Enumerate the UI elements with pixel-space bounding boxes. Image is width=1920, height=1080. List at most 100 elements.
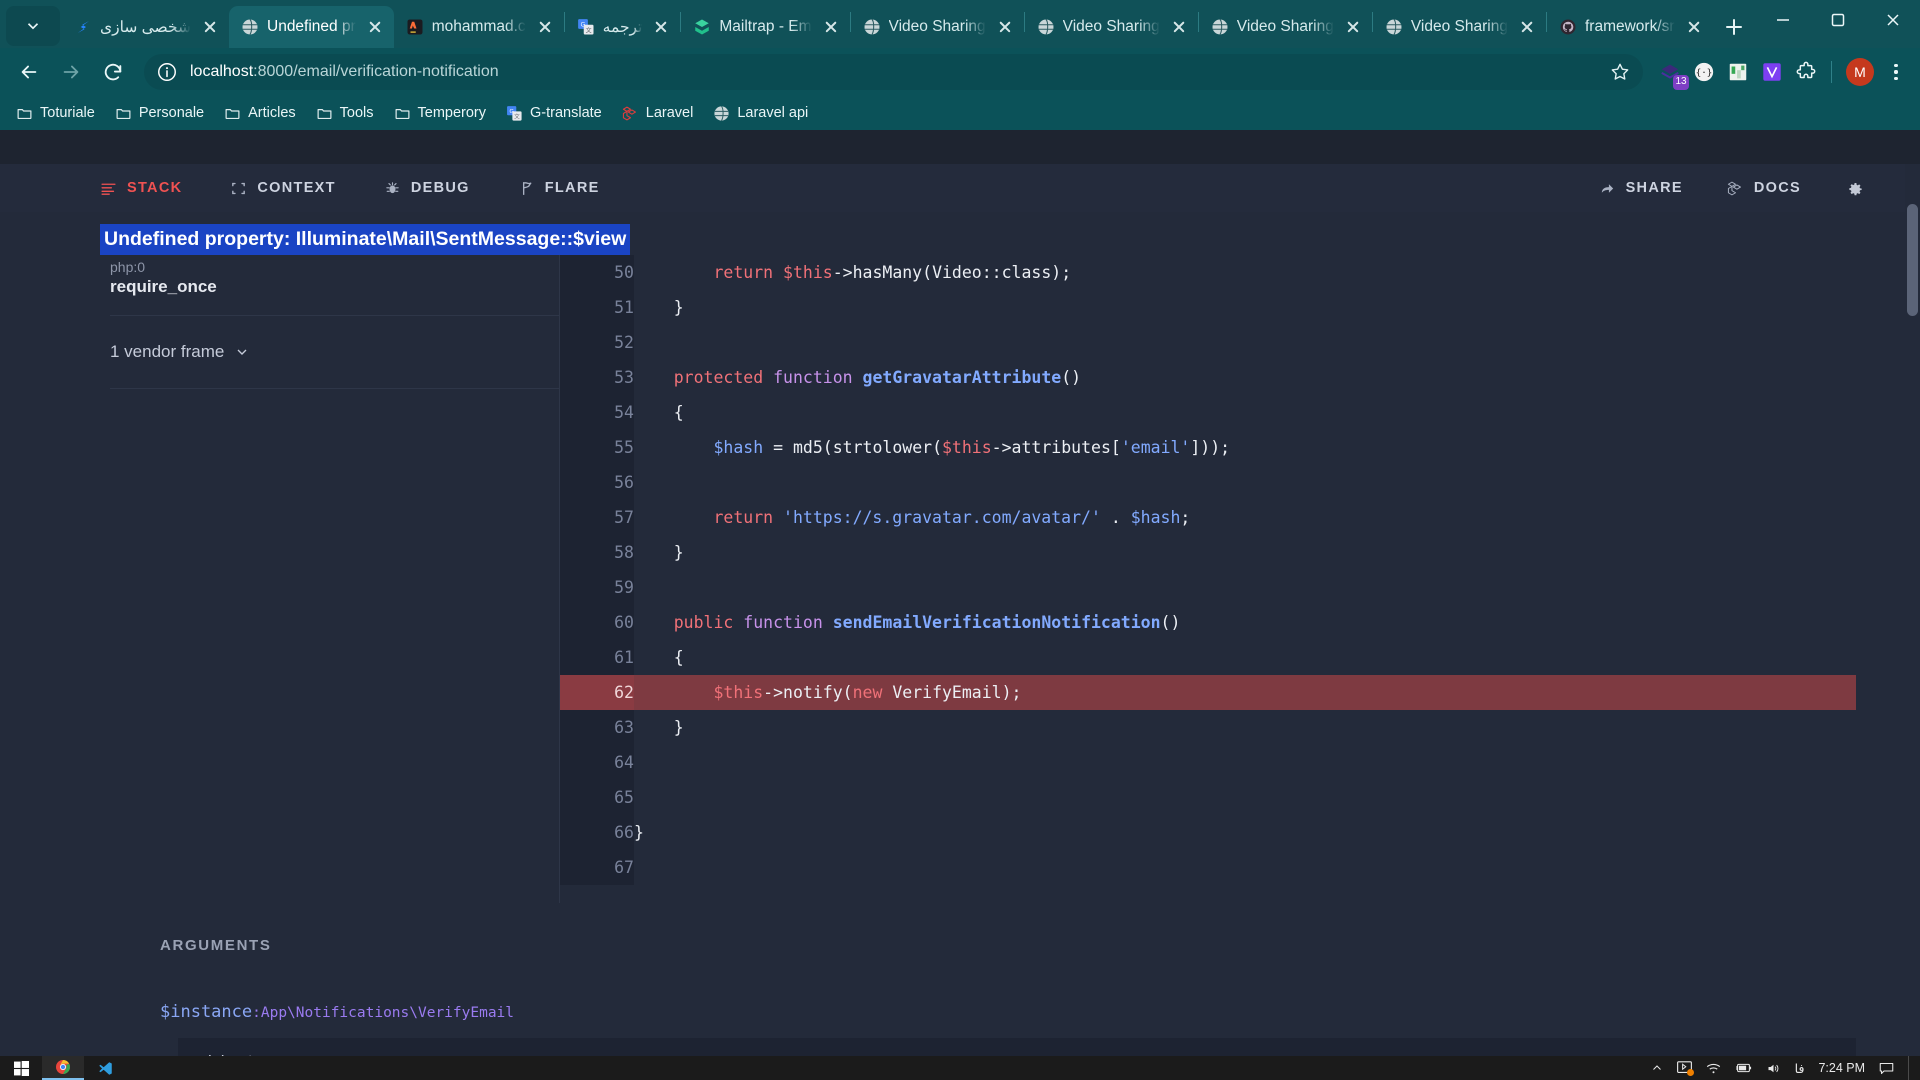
browser-tab[interactable]: شخصی سازی (62, 6, 229, 48)
share-label: SHARE (1625, 180, 1683, 196)
code-source: { (634, 640, 1856, 675)
bookmark-item[interactable]: Laravel api (705, 102, 816, 125)
start-button[interactable] (0, 1056, 42, 1080)
maximize-button[interactable] (1810, 0, 1865, 40)
chrome-menu-button[interactable] (1882, 57, 1910, 87)
battery-charging-icon[interactable] (1735, 1062, 1752, 1074)
reload-button[interactable] (94, 53, 132, 91)
vscode-icon (98, 1061, 112, 1075)
code-line: 51 } (560, 290, 1856, 326)
folder-icon (225, 108, 240, 119)
show-desktop-button[interactable] (1908, 1056, 1914, 1080)
tab-close-button[interactable] (364, 16, 386, 38)
line-number: 53 (560, 360, 634, 396)
language-indicator[interactable]: فا (1795, 1061, 1805, 1076)
close-window-button[interactable] (1865, 0, 1920, 40)
line-number: 57 (560, 500, 634, 536)
code-line: 50 return $this->hasMany(Video::class); (560, 255, 1856, 291)
page-scrollbar[interactable] (1905, 164, 1920, 1056)
folder-icon (17, 108, 32, 119)
browser-tab[interactable]: G 文 ترجمه (565, 6, 681, 48)
bookmark-item[interactable]: Articles (216, 102, 304, 125)
scrollbar-thumb[interactable] (1907, 204, 1918, 316)
system-tray: فا 7:24 PM (1651, 1056, 1920, 1080)
address-text: localhost:8000/email/verification-notifi… (190, 63, 499, 81)
forward-button[interactable] (52, 53, 90, 91)
site-info-icon[interactable] (156, 61, 178, 83)
ignition-tab-label: CONTEXT (257, 180, 336, 196)
ignition-tab-flare[interactable]: FLARE (518, 180, 600, 197)
bookmark-item[interactable]: Toturiale (8, 102, 103, 125)
bookmark-item[interactable]: Personale (107, 102, 212, 125)
stack-frames-panel: php:0 require_once 1 vendor frame (0, 255, 560, 904)
code-source (634, 325, 1856, 360)
bookmark-label: Toturiale (40, 105, 95, 121)
extension-books-icon[interactable]: 13 (1655, 57, 1689, 90)
code-token: class (1001, 263, 1052, 283)
bookmark-item[interactable]: Temperory (386, 102, 495, 125)
back-button[interactable] (10, 53, 48, 91)
tab-close-button[interactable] (199, 16, 221, 38)
bookmark-item[interactable]: Tools (308, 102, 382, 125)
browser-tab[interactable]: Mailtrap - Em (681, 6, 849, 48)
docs-button[interactable]: DOCS (1727, 180, 1801, 197)
taskbar-clock[interactable]: 7:24 PM (1818, 1062, 1865, 1075)
browser-tab[interactable]: mohammad.c (394, 6, 564, 48)
tab-close-button[interactable] (1168, 16, 1190, 38)
code-token: ( (822, 438, 833, 458)
browser-tab[interactable]: framework/sr (1547, 6, 1713, 48)
extensions-puzzle-button[interactable] (1791, 57, 1821, 87)
vendor-frames-toggle[interactable]: 1 vendor frame (110, 316, 559, 390)
extension-devtools-icon[interactable]: {·} (1689, 57, 1719, 87)
tab-close-button[interactable] (650, 16, 672, 38)
ignition-nav-right: SHARE DOCS (1599, 179, 1864, 198)
speech-bubble-icon[interactable] (1879, 1062, 1894, 1075)
taskbar-chrome-button[interactable] (42, 1056, 84, 1080)
profile-avatar[interactable]: M (1846, 58, 1874, 86)
code-token: protected (673, 368, 764, 388)
tab-close-button[interactable] (1683, 16, 1705, 38)
puzzle-icon (1796, 61, 1816, 79)
code-source: } (634, 290, 1856, 325)
browser-tab[interactable]: Video Sharing (1199, 6, 1372, 48)
code-line: 64 (560, 745, 1856, 781)
browser-tab-active[interactable]: Undefined pr (229, 6, 394, 48)
code-token: getGravatarAttribute (862, 368, 1062, 388)
stack-frame[interactable]: php:0 require_once (110, 255, 559, 317)
code-token: return (713, 263, 774, 283)
settings-button[interactable] (1845, 179, 1864, 198)
tab-close-button[interactable] (1342, 16, 1364, 38)
screencast-tray-icon[interactable] (1676, 1061, 1694, 1076)
new-tab-button[interactable] (1719, 12, 1749, 42)
phpstorm-icon (407, 19, 423, 35)
tab-close-button[interactable] (994, 16, 1016, 38)
ignition-tab-debug[interactable]: DEBUG (384, 180, 470, 197)
bookmark-star-icon[interactable] (1609, 61, 1631, 83)
bookmark-item[interactable]: Laravel (614, 102, 702, 125)
tab-close-button[interactable] (534, 16, 556, 38)
bookmark-item[interactable]: G 文 G-translate (498, 102, 610, 125)
browser-tab[interactable]: Video Sharing (851, 6, 1024, 48)
extension-vue-icon[interactable] (1757, 57, 1787, 87)
tab-close-button[interactable] (820, 16, 842, 38)
taskbar-vscode-button[interactable] (84, 1056, 126, 1080)
ignition-tab-context[interactable]: CONTEXT (230, 180, 335, 197)
browser-tab[interactable]: Video Sharing (1373, 6, 1546, 48)
ignition-tab-stack[interactable]: STACK (100, 180, 182, 197)
tab-close-button[interactable] (1516, 16, 1538, 38)
line-number: 59 (560, 570, 634, 606)
tab-search-button[interactable] (6, 6, 60, 46)
chevron-up-icon[interactable] (1651, 1062, 1663, 1074)
volume-icon[interactable] (1766, 1062, 1781, 1075)
wifi-icon[interactable] (1706, 1062, 1721, 1075)
browser-tab[interactable]: Video Sharing (1025, 6, 1198, 48)
extension-chart-icon[interactable] (1723, 57, 1753, 87)
bookmark-label: Temperory (417, 105, 487, 121)
code-token: public (673, 613, 734, 633)
line-number: 62 (560, 675, 634, 711)
address-bar[interactable]: localhost:8000/email/verification-notifi… (144, 54, 1643, 90)
minimize-button[interactable] (1755, 0, 1810, 40)
share-button[interactable]: SHARE (1599, 180, 1683, 197)
code-token: -> (991, 438, 1012, 458)
